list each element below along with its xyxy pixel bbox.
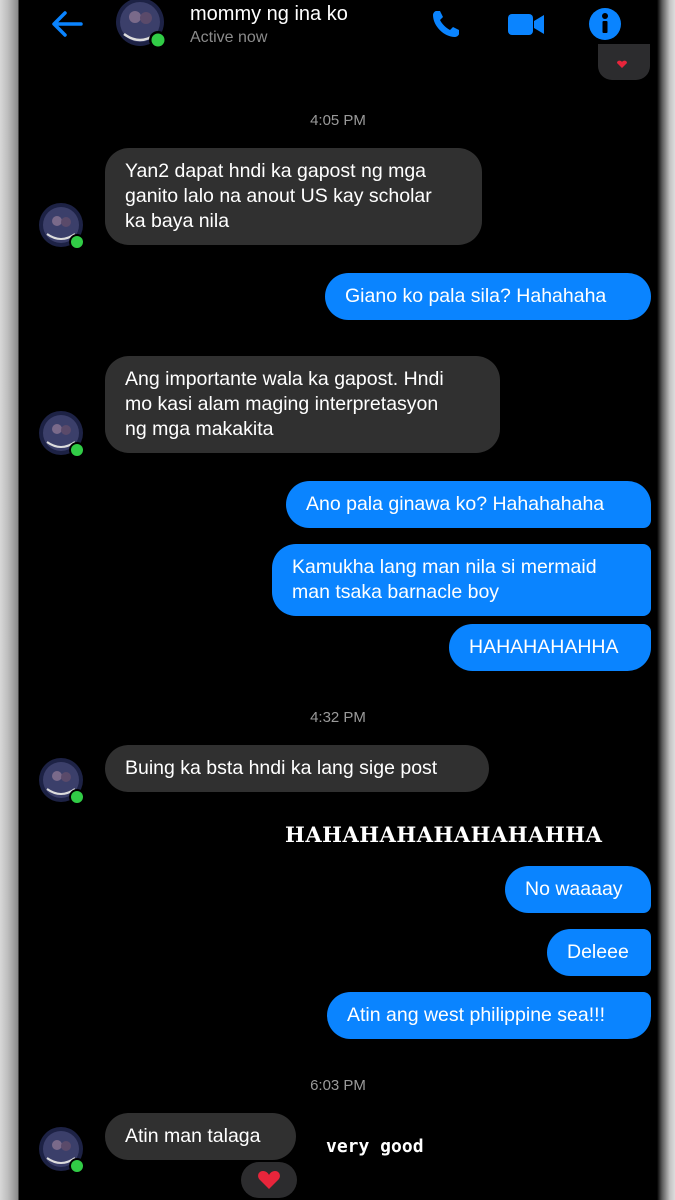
incoming-message[interactable]: Yan2 dapat hndi ka gapost ng mga ganito …: [105, 148, 482, 245]
contact-name[interactable]: mommy ng ina ko: [190, 3, 348, 26]
heart-icon: [258, 1171, 280, 1189]
outgoing-message[interactable]: Atin ang west philippine sea!!!: [327, 992, 651, 1039]
phone-icon[interactable]: [427, 6, 467, 42]
sender-avatar: [39, 1127, 85, 1174]
incoming-message[interactable]: Buing ka bsta hndi ka lang sige post: [105, 745, 489, 792]
timestamp: 4:32 PM: [310, 709, 366, 726]
incoming-message[interactable]: Atin man talaga: [105, 1113, 296, 1160]
outgoing-message[interactable]: Deleee: [547, 929, 651, 976]
outgoing-message[interactable]: Giano ko pala sila? Hahahaha: [325, 273, 651, 320]
chat-header: mommy ng ina ko Active now: [19, 0, 657, 60]
sender-avatar: [39, 203, 85, 250]
outgoing-message[interactable]: Ano pala ginawa ko? Hahahahaha: [286, 481, 651, 528]
timestamp: 6:03 PM: [310, 1077, 366, 1094]
info-icon[interactable]: [585, 6, 625, 42]
sender-avatar: [39, 758, 85, 805]
video-camera-icon[interactable]: [506, 6, 546, 42]
active-status: Active now: [190, 29, 268, 46]
sender-avatar: [39, 411, 85, 458]
contact-avatar[interactable]: [111, 0, 169, 52]
outgoing-message[interactable]: Kamukha lang man nila si mermaid man tsa…: [272, 544, 651, 616]
incoming-message[interactable]: Ang importante wala ka gapost. Hndi mo k…: [105, 356, 500, 453]
story-text-overlay: very good: [326, 1136, 424, 1157]
outgoing-message[interactable]: HAHAHAHAHHA: [449, 624, 651, 671]
timestamp: 4:05 PM: [310, 112, 366, 129]
story-text-overlay: HAHAHAHAHAHAHAHHA: [285, 822, 603, 847]
message-reaction[interactable]: [241, 1162, 297, 1198]
back-arrow-icon[interactable]: [47, 6, 87, 42]
heart-icon: [617, 60, 627, 68]
outgoing-message[interactable]: No waaaay: [505, 866, 651, 913]
chat-screen: mommy ng ina ko Active now 4:05 PM Yan2 …: [19, 0, 657, 1200]
